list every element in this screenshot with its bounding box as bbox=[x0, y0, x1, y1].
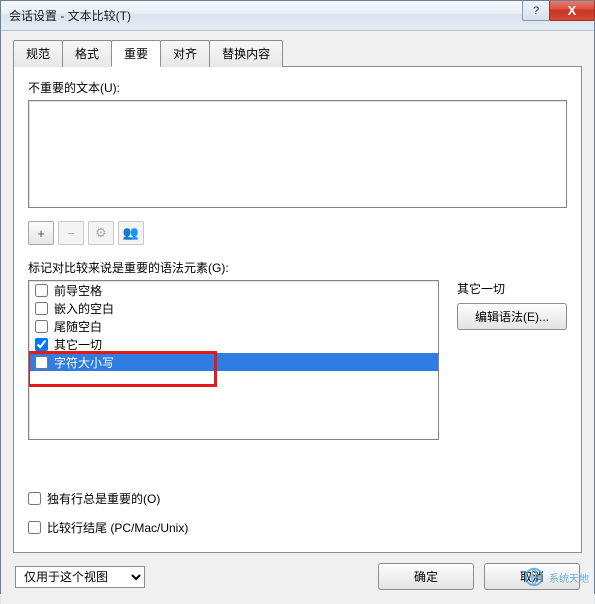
gear-icon: ⚙ bbox=[95, 225, 107, 241]
watermark: 系统天地 bbox=[523, 566, 589, 588]
grammar-listbox[interactable]: 前导空格 嵌入的空白 尾随空白 其它一切 bbox=[28, 280, 439, 440]
line-endings-checkbox[interactable] bbox=[28, 521, 41, 534]
unimportant-toolbar: + − ⚙ 👥 bbox=[28, 221, 567, 245]
list-item[interactable]: 字符大小写 bbox=[29, 353, 438, 371]
grammar-row: 前导空格 嵌入的空白 尾随空白 其它一切 bbox=[28, 280, 567, 440]
scope-select[interactable]: 仅用于这个视图 bbox=[15, 566, 145, 588]
grammar-side-column: 其它一切 编辑语法(E)... bbox=[457, 280, 567, 330]
list-item[interactable]: 前导空格 bbox=[29, 281, 438, 299]
tab-zhongyao[interactable]: 重要 bbox=[111, 40, 161, 67]
dialog-body: 规范 格式 重要 对齐 替换内容 不重要的文本(U): + − ⚙ 👥 标记对比… bbox=[1, 31, 594, 553]
minus-icon: − bbox=[67, 226, 75, 241]
titlebar: 会话设置 - 文本比较(T) ? X bbox=[1, 1, 594, 31]
window-title: 会话设置 - 文本比较(T) bbox=[9, 7, 131, 24]
checkbox[interactable] bbox=[35, 356, 48, 369]
list-item-label: 其它一切 bbox=[54, 336, 102, 353]
tab-strip: 规范 格式 重要 对齐 替换内容 bbox=[13, 40, 582, 67]
grammar-elements-label: 标记对比较来说是重要的语法元素(G): bbox=[28, 259, 567, 276]
tab-geshi[interactable]: 格式 bbox=[62, 40, 112, 67]
tab-panel-important: 不重要的文本(U): + − ⚙ 👥 标记对比较来说是重要的语法元素(G): 前… bbox=[13, 66, 582, 553]
edit-grammar-button[interactable]: 编辑语法(E)... bbox=[457, 303, 567, 330]
tab-duiqi[interactable]: 对齐 bbox=[160, 40, 210, 67]
everything-else-label: 其它一切 bbox=[457, 280, 567, 297]
list-item-label: 尾随空白 bbox=[54, 318, 102, 335]
group-icon: 👥 bbox=[123, 225, 139, 241]
list-item-label: 嵌入的空白 bbox=[54, 300, 114, 317]
close-button[interactable]: X bbox=[549, 1, 595, 21]
settings-button[interactable]: ⚙ bbox=[88, 221, 114, 245]
plus-icon: + bbox=[37, 226, 45, 241]
tab-tihuan[interactable]: 替换内容 bbox=[209, 40, 283, 67]
titlebar-buttons: ? X bbox=[522, 1, 594, 21]
orphan-lines-label: 独有行总是重要的(O) bbox=[47, 490, 160, 507]
checkbox[interactable] bbox=[35, 302, 48, 315]
checkbox[interactable] bbox=[35, 284, 48, 297]
ok-button[interactable]: 确定 bbox=[378, 563, 474, 590]
list-item-label: 字符大小写 bbox=[54, 354, 114, 371]
orphan-lines-checkbox[interactable] bbox=[28, 492, 41, 505]
group-button[interactable]: 👥 bbox=[118, 221, 144, 245]
list-item[interactable]: 其它一切 bbox=[29, 335, 438, 353]
dialog-window: 会话设置 - 文本比较(T) ? X 规范 格式 重要 对齐 替换内容 不重要的… bbox=[0, 0, 595, 594]
line-endings-label: 比较行结尾 (PC/Mac/Unix) bbox=[47, 519, 188, 536]
checkbox[interactable] bbox=[35, 338, 48, 351]
globe-icon bbox=[523, 566, 545, 588]
tab-guifan[interactable]: 规范 bbox=[13, 40, 63, 67]
list-item-label: 前导空格 bbox=[54, 282, 102, 299]
dialog-footer: 仅用于这个视图 确定 取消 bbox=[1, 553, 594, 604]
list-item[interactable]: 嵌入的空白 bbox=[29, 299, 438, 317]
help-button[interactable]: ? bbox=[522, 1, 550, 21]
orphan-lines-row: 独有行总是重要的(O) bbox=[28, 490, 567, 507]
line-endings-row: 比较行结尾 (PC/Mac/Unix) bbox=[28, 519, 567, 536]
checkbox[interactable] bbox=[35, 320, 48, 333]
list-item[interactable]: 尾随空白 bbox=[29, 317, 438, 335]
unimportant-text-input[interactable] bbox=[28, 100, 567, 208]
add-button[interactable]: + bbox=[28, 221, 54, 245]
remove-button[interactable]: − bbox=[58, 221, 84, 245]
unimportant-text-label: 不重要的文本(U): bbox=[28, 79, 567, 96]
